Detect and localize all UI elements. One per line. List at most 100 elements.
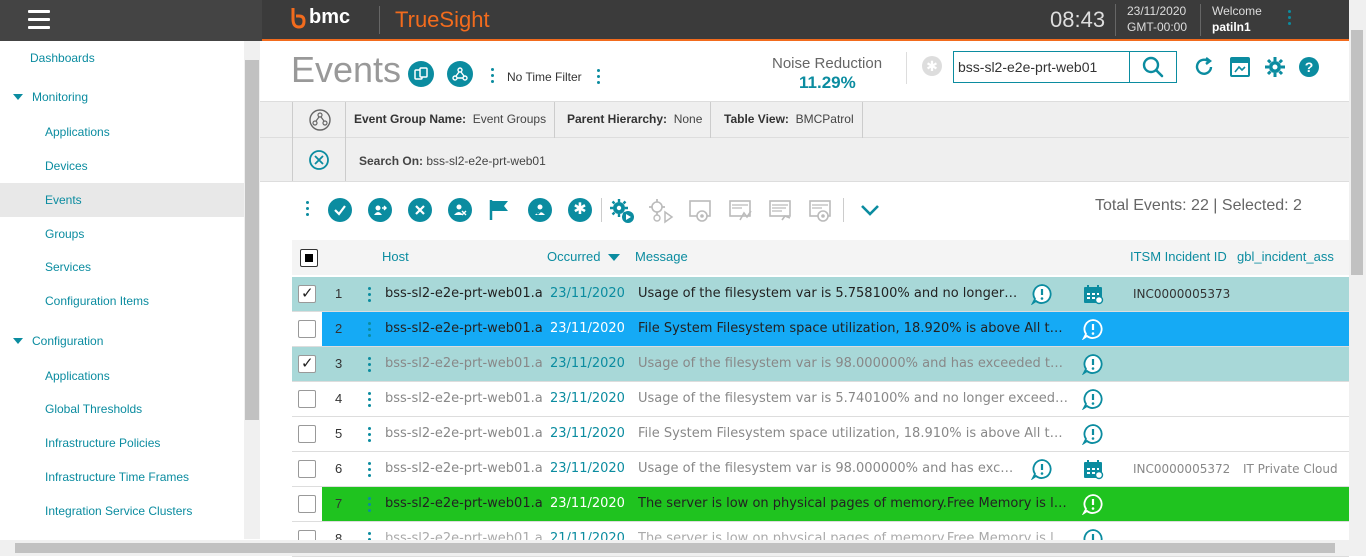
open-window-button[interactable] bbox=[1229, 56, 1251, 81]
sidebar-item-global-thresholds[interactable]: Global Thresholds bbox=[0, 392, 244, 426]
search-icon bbox=[1142, 56, 1164, 78]
row-checkbox[interactable] bbox=[298, 425, 316, 443]
column-header-host[interactable]: Host bbox=[382, 240, 409, 275]
occurred-cell: 23/11/2020 bbox=[550, 426, 625, 441]
time-filter-dropdown[interactable]: No Time Filter bbox=[507, 70, 582, 84]
chart-button[interactable] bbox=[728, 198, 752, 222]
clear-search-on-cell[interactable] bbox=[292, 138, 346, 181]
sidebar-item-configuration[interactable]: Configuration bbox=[0, 324, 244, 358]
notes-icon[interactable] bbox=[1081, 353, 1104, 376]
row-checkbox[interactable] bbox=[298, 354, 316, 373]
expand-toolbar-button[interactable] bbox=[858, 198, 882, 222]
table-row[interactable]: 3 bss-sl2-e2e-prt-web01.a 23/11/2020 Usage … bbox=[292, 347, 1349, 382]
sidebar-item-configuration-items[interactable]: Configuration Items bbox=[0, 284, 244, 318]
column-header-gbl-incident[interactable]: gbl_incident_ass bbox=[1237, 240, 1349, 275]
unassign-button[interactable] bbox=[448, 198, 472, 222]
sort-desc-icon bbox=[608, 254, 621, 262]
sidebar-item-dashboards[interactable]: Dashboards bbox=[0, 41, 244, 75]
row-checkbox[interactable] bbox=[298, 284, 316, 303]
incident-calendar-icon[interactable] bbox=[1082, 283, 1104, 305]
parent-hierarchy-filter[interactable]: Parent Hierarchy: None bbox=[559, 102, 712, 139]
column-header-message[interactable]: Message bbox=[635, 240, 688, 275]
event-group-filter[interactable]: Event Group Name: Event Groups bbox=[346, 102, 556, 139]
notes-icon[interactable] bbox=[1030, 458, 1053, 481]
sidebar-item-applications[interactable]: Applications bbox=[0, 359, 244, 393]
help-button[interactable]: ? bbox=[1298, 56, 1320, 81]
close-event-button[interactable] bbox=[408, 198, 432, 222]
hamburger-menu-icon[interactable] bbox=[28, 10, 50, 30]
monitor-view-button[interactable] bbox=[688, 198, 712, 222]
sidebar-nav: Dashboards Monitoring Applications Devices E… bbox=[0, 41, 244, 539]
sidebar-item-devices[interactable]: Devices bbox=[0, 149, 244, 183]
take-ownership-button[interactable] bbox=[528, 198, 552, 222]
asterisk-button[interactable]: ✱ bbox=[568, 198, 592, 222]
search-input[interactable] bbox=[953, 51, 1129, 83]
sidebar-item-groups[interactable]: Groups bbox=[0, 217, 244, 251]
row-checkbox[interactable] bbox=[298, 390, 316, 408]
page-scroll-thumb[interactable] bbox=[1351, 30, 1363, 275]
bmc-logo: bmc bbox=[290, 6, 350, 29]
host-cell: bss-sl2-e2e-prt-web01.a bbox=[385, 356, 543, 371]
notes-icon[interactable] bbox=[1081, 423, 1104, 446]
clear-search-button[interactable]: ✱ bbox=[922, 56, 942, 76]
sidebar-item-infrastructure-time-frames[interactable]: Infrastructure Time Frames bbox=[0, 460, 244, 494]
row-number: 7 bbox=[335, 496, 343, 511]
sidebar-item-infrastructure-policies[interactable]: Infrastructure Policies bbox=[0, 426, 244, 460]
row-checkbox[interactable] bbox=[298, 320, 316, 338]
assign-button[interactable] bbox=[368, 198, 392, 222]
sidebar-item-integration-service-clusters[interactable]: Integration Service Clusters bbox=[0, 494, 244, 528]
select-all-checkbox[interactable] bbox=[300, 249, 318, 267]
table-row[interactable]: 6 bss-sl2-e2e-prt-web01.a 23/11/2020 Usage … bbox=[292, 452, 1349, 487]
row-menu-dots-icon[interactable] bbox=[368, 322, 372, 340]
table-row[interactable]: 7 bss-sl2-e2e-prt-web01.a 23/11/2020 The se… bbox=[292, 487, 1349, 522]
table-row[interactable]: 4 bss-sl2-e2e-prt-web01.a 23/11/2020 Usage … bbox=[292, 382, 1349, 417]
incident-calendar-icon[interactable] bbox=[1082, 458, 1104, 480]
search-button[interactable] bbox=[1129, 51, 1177, 83]
notes-icon[interactable] bbox=[1081, 318, 1104, 341]
row-menu-dots-icon[interactable] bbox=[368, 427, 372, 445]
title-menu-dots-icon[interactable] bbox=[491, 68, 495, 86]
row-menu-dots-icon[interactable] bbox=[368, 357, 372, 375]
flag-button[interactable] bbox=[488, 198, 512, 222]
horizontal-scroll-thumb[interactable] bbox=[15, 543, 1335, 553]
sidebar-item-label: Monitoring bbox=[32, 90, 89, 104]
sidebar-item-applications[interactable]: Applications bbox=[0, 115, 244, 149]
parent-hierarchy-value: None bbox=[673, 112, 703, 126]
settings-button[interactable] bbox=[1264, 56, 1286, 81]
table-row[interactable]: 1 bss-sl2-e2e-prt-web01.a 23/11/2020 Usage … bbox=[292, 277, 1349, 312]
row-checkbox[interactable] bbox=[298, 460, 316, 478]
notes-icon[interactable] bbox=[1081, 388, 1104, 411]
run-action-disabled-button[interactable] bbox=[648, 198, 674, 224]
view-detail-button[interactable] bbox=[808, 198, 832, 222]
sidebar-item-events[interactable]: Events bbox=[0, 183, 244, 217]
notes-icon[interactable] bbox=[1081, 493, 1104, 516]
notes-icon[interactable] bbox=[1030, 283, 1053, 306]
noise-reduction-value: 11.29% bbox=[799, 73, 856, 92]
event-view-toggle-button[interactable] bbox=[408, 61, 434, 87]
sidebar-item-label: Services bbox=[45, 260, 92, 274]
table-row[interactable]: 2 bss-sl2-e2e-prt-web01.a 23/11/2020 File S… bbox=[292, 312, 1349, 347]
row-menu-dots-icon[interactable] bbox=[368, 392, 372, 410]
run-action-button[interactable] bbox=[609, 198, 634, 223]
row-menu-dots-icon[interactable] bbox=[368, 462, 372, 480]
table-view-filter[interactable]: Table View: BMCPatrol bbox=[716, 102, 863, 139]
topology-button[interactable] bbox=[447, 61, 473, 87]
sidebar-item-monitoring[interactable]: Monitoring bbox=[0, 80, 244, 114]
list-edit-button[interactable] bbox=[768, 198, 792, 222]
row-menu-dots-icon[interactable] bbox=[368, 287, 372, 305]
sidebar-item-label: Devices bbox=[45, 159, 88, 173]
table-row[interactable]: 5 bss-sl2-e2e-prt-web01.a 23/11/2020 File S… bbox=[292, 417, 1349, 452]
column-header-itsm-incident[interactable]: ITSM Incident ID bbox=[1130, 240, 1237, 275]
refresh-button[interactable] bbox=[1193, 56, 1215, 81]
user-menu-dots-icon[interactable] bbox=[1288, 10, 1292, 28]
toolbar-menu-dots-icon[interactable] bbox=[306, 201, 310, 219]
row-menu-dots-icon[interactable] bbox=[368, 497, 372, 515]
acknowledge-button[interactable] bbox=[328, 198, 352, 222]
time-filter-dots-icon[interactable] bbox=[597, 69, 601, 87]
bmc-logo-icon bbox=[291, 7, 306, 29]
row-checkbox[interactable] bbox=[298, 495, 316, 513]
column-header-occurred[interactable]: Occurred bbox=[547, 240, 621, 275]
sidebar-item-services[interactable]: Services bbox=[0, 250, 244, 284]
event-group-icon-cell[interactable] bbox=[292, 102, 346, 139]
sidebar-scroll-thumb[interactable] bbox=[245, 60, 259, 420]
